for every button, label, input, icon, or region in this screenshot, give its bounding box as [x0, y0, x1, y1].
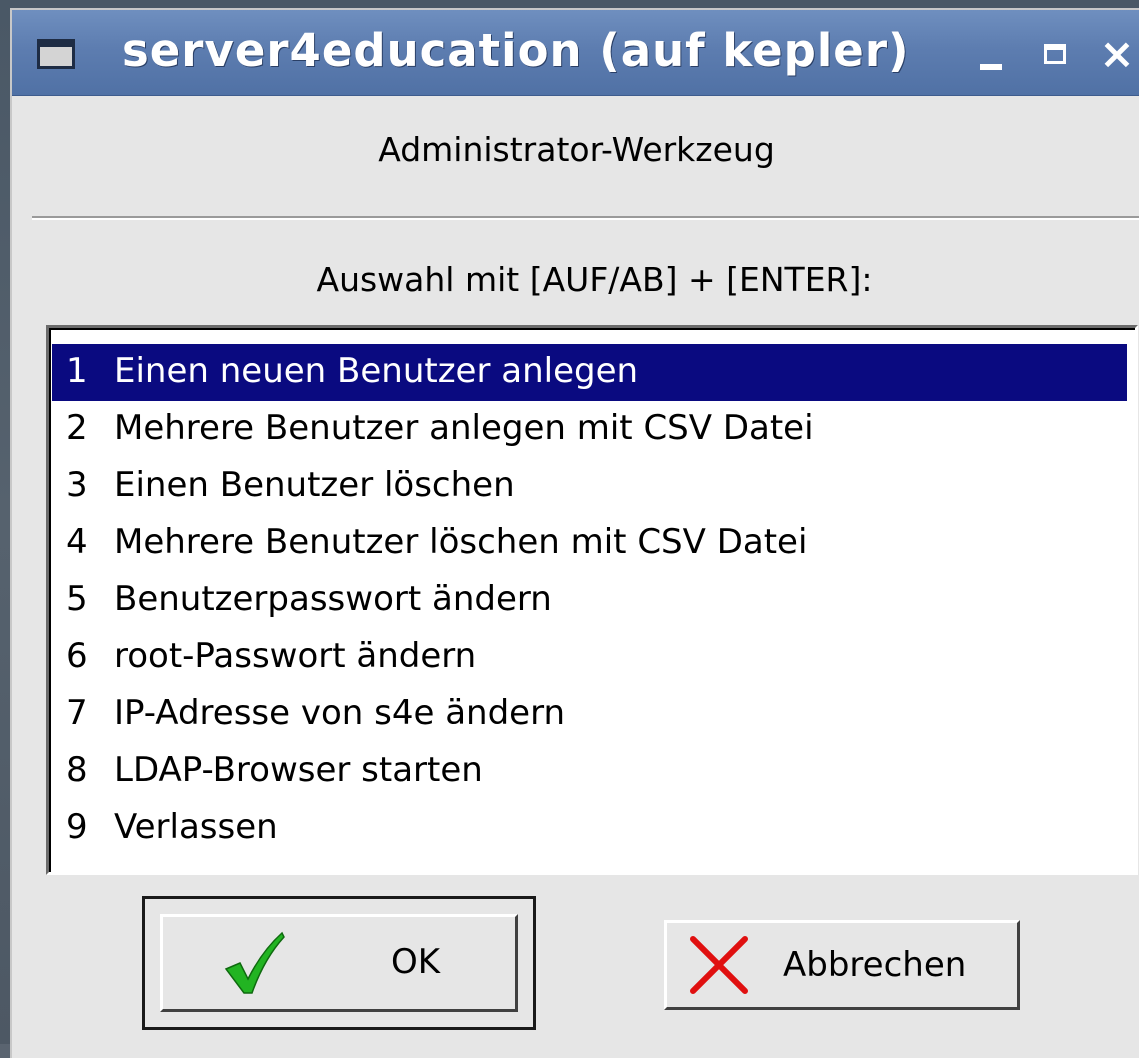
window-menu-icon[interactable]: [37, 39, 75, 69]
dialog-header: Administrator-Werkzeug: [378, 130, 775, 169]
maximize-button[interactable]: [1036, 34, 1076, 74]
item-number: 3: [66, 465, 88, 505]
list-item[interactable]: 6 root-Passwort ändern: [52, 629, 1127, 686]
item-number: 6: [66, 636, 88, 676]
item-label: Einen Benutzer löschen: [114, 465, 515, 505]
item-number: 7: [66, 693, 88, 733]
selection-prompt: Auswahl mit [AUF/AB] + [ENTER]:: [316, 260, 873, 299]
close-button[interactable]: ×: [1097, 33, 1137, 75]
ok-button[interactable]: OK: [160, 914, 518, 1012]
item-number: 4: [66, 522, 88, 562]
title-bar[interactable]: server4education (auf kepler) ×: [12, 10, 1139, 96]
item-number: 2: [66, 408, 88, 448]
list-item[interactable]: 1 Einen neuen Benutzer anlegen: [52, 344, 1127, 401]
item-number: 8: [66, 750, 88, 790]
ok-label: OK: [391, 942, 441, 982]
list-item[interactable]: 4 Mehrere Benutzer löschen mit CSV Datei: [52, 515, 1127, 572]
cancel-label: Abbrechen: [783, 945, 967, 985]
item-label: Mehrere Benutzer löschen mit CSV Datei: [114, 522, 808, 562]
list-item[interactable]: 2 Mehrere Benutzer anlegen mit CSV Datei: [52, 401, 1127, 458]
list-item[interactable]: 7 IP-Adresse von s4e ändern: [52, 686, 1127, 743]
window-title: server4education (auf kepler): [122, 24, 910, 77]
menu-listbox[interactable]: 1 Einen neuen Benutzer anlegen 2 Mehrere B…: [46, 325, 1138, 875]
minimize-button[interactable]: [972, 34, 1012, 74]
item-label: LDAP-Browser starten: [114, 750, 483, 790]
item-label: IP-Adresse von s4e ändern: [114, 693, 566, 733]
item-label: Einen neuen Benutzer anlegen: [114, 351, 639, 391]
item-label: root-Passwort ändern: [114, 636, 477, 676]
dialog-window: server4education (auf kepler) × Administ…: [10, 8, 1139, 1058]
separator: [32, 216, 1139, 220]
list-item[interactable]: 8 LDAP-Browser starten: [52, 743, 1127, 800]
item-number: 9: [66, 807, 88, 847]
item-label: Benutzerpasswort ändern: [114, 579, 552, 619]
item-number: 1: [66, 351, 88, 391]
cancel-button[interactable]: Abbrechen: [664, 920, 1020, 1010]
list-item[interactable]: 9 Verlassen: [52, 800, 1127, 857]
item-label: Verlassen: [114, 807, 278, 847]
checkmark-icon: [224, 931, 285, 994]
list-item[interactable]: 3 Einen Benutzer löschen: [52, 458, 1127, 515]
cross-icon: [690, 936, 748, 994]
item-number: 5: [66, 579, 88, 619]
item-label: Mehrere Benutzer anlegen mit CSV Datei: [114, 408, 814, 448]
list-item[interactable]: 5 Benutzerpasswort ändern: [52, 572, 1127, 629]
